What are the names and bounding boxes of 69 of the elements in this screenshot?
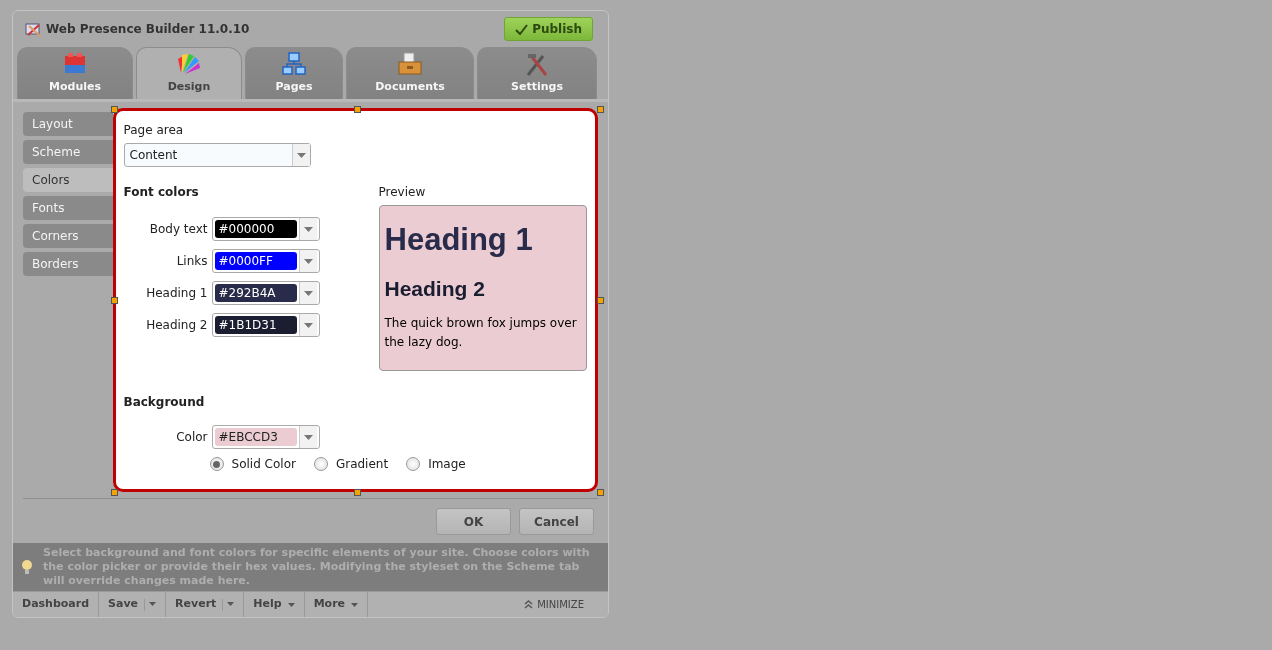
caret-icon xyxy=(303,258,313,264)
caret-icon xyxy=(303,226,313,232)
color-field[interactable]: #0000FF xyxy=(211,249,320,273)
radio-button[interactable] xyxy=(313,457,328,471)
preview-heading: Heading 2 xyxy=(384,276,486,302)
section-heading: Font colors xyxy=(123,184,200,201)
caret-icon xyxy=(227,602,235,606)
caret-icon xyxy=(303,322,313,328)
resize-handle[interactable] xyxy=(110,297,118,304)
field-label: Heading 1 xyxy=(145,285,208,302)
tab[interactable]: Documents xyxy=(346,47,474,99)
sitemap-icon xyxy=(280,50,308,77)
sidebar-item[interactable]: Colors xyxy=(23,168,113,192)
field-label: Color xyxy=(175,429,208,446)
check-icon xyxy=(515,23,529,35)
lightbulb-icon xyxy=(22,559,32,575)
radio-label: Solid Color xyxy=(231,456,296,473)
color-field[interactable]: #EBCCD3 xyxy=(211,425,320,449)
toolbar-button[interactable]: More xyxy=(304,591,369,617)
field-label: Preview xyxy=(378,184,427,201)
cancel-button[interactable]: Cancel xyxy=(519,508,594,535)
field-label: Links xyxy=(175,253,208,270)
page-area-select[interactable]: Content xyxy=(123,143,311,167)
field-label: Page area xyxy=(123,122,185,139)
toolbar-button[interactable]: Save xyxy=(99,591,167,617)
caret-icon xyxy=(303,434,313,440)
sidebar-item[interactable]: Fonts xyxy=(23,196,113,220)
radio-button[interactable] xyxy=(209,457,224,471)
tab[interactable]: Design xyxy=(136,47,242,99)
caret-icon xyxy=(149,602,157,606)
tab[interactable]: Settings xyxy=(477,47,597,99)
color-field[interactable]: #292B4A xyxy=(211,281,320,305)
caret-icon xyxy=(296,152,306,158)
toolbar-button[interactable]: Revert xyxy=(166,591,245,617)
preview-heading: Heading 1 xyxy=(384,222,534,258)
toolbar-button[interactable]: Dashboard xyxy=(13,591,100,617)
resize-handle[interactable] xyxy=(596,297,604,304)
resize-handle[interactable] xyxy=(110,106,118,113)
radio-label: Gradient xyxy=(335,456,389,473)
double-chevron-icon xyxy=(524,600,534,609)
section-heading: Background xyxy=(123,394,206,411)
sidebar-item[interactable]: Borders xyxy=(23,252,113,276)
resize-handle[interactable] xyxy=(110,489,118,496)
resize-handle[interactable] xyxy=(353,106,361,113)
field-label: Heading 2 xyxy=(145,317,208,334)
publish-button[interactable]: Publish xyxy=(504,17,593,41)
sidebar-item[interactable]: Scheme xyxy=(23,140,113,164)
box-icon xyxy=(396,50,424,77)
preview-text: The quick brown fox jumps over the lazy dog. xyxy=(384,315,578,351)
tab[interactable]: Modules xyxy=(17,47,133,99)
resize-handle[interactable] xyxy=(353,489,361,496)
resize-handle[interactable] xyxy=(596,106,604,113)
caret-icon xyxy=(303,290,313,296)
color-field[interactable]: #1B1D31 xyxy=(211,313,320,337)
caret-icon xyxy=(287,602,295,607)
tab[interactable]: Pages xyxy=(245,47,343,99)
sidebar-item[interactable]: Layout xyxy=(23,112,113,136)
app-logo-icon xyxy=(25,21,42,37)
radio-button[interactable] xyxy=(406,457,421,471)
radio-label: Image xyxy=(428,456,466,473)
resize-handle[interactable] xyxy=(596,489,604,496)
field-label: Body text xyxy=(148,221,208,238)
minimize-button[interactable]: MINIMIZE xyxy=(518,596,608,613)
color-field[interactable]: #000000 xyxy=(211,217,320,241)
app-title: Web Presence Builder 11.0.10 xyxy=(46,21,250,38)
toolbar-button[interactable]: Help xyxy=(244,591,305,617)
caret-icon xyxy=(351,602,359,607)
ok-button[interactable]: OK xyxy=(436,508,511,535)
sidebar-item[interactable]: Corners xyxy=(23,224,113,248)
